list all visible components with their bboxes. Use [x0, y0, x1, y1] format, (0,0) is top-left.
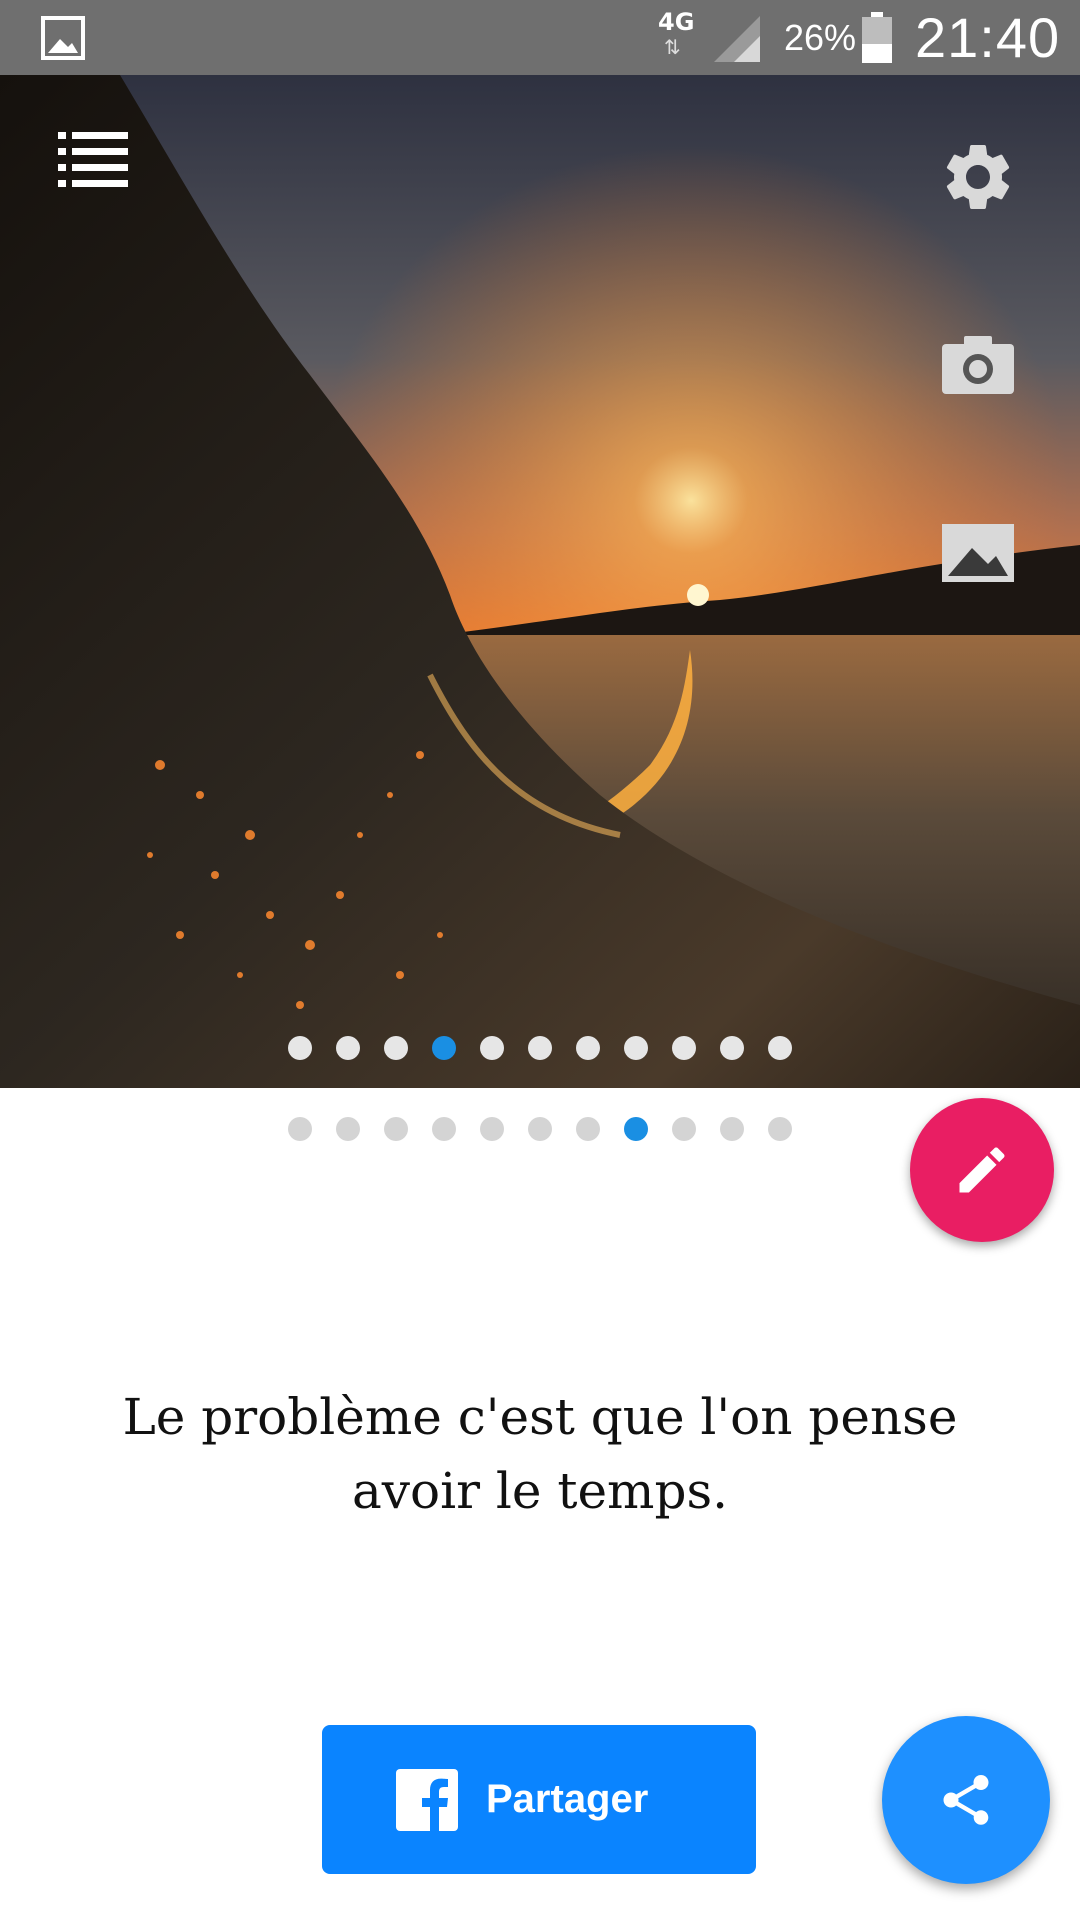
pager-dot[interactable]	[480, 1036, 504, 1060]
pager-dot[interactable]	[480, 1117, 504, 1141]
pager-dot[interactable]	[528, 1117, 552, 1141]
pager-dot[interactable]	[336, 1036, 360, 1060]
pager-dot[interactable]	[288, 1117, 312, 1141]
hero-pager	[0, 1033, 1080, 1063]
pager-dot-active[interactable]	[432, 1036, 456, 1060]
share-fab[interactable]	[882, 1716, 1050, 1884]
pager-dot[interactable]	[384, 1117, 408, 1141]
pager-dot[interactable]	[720, 1117, 744, 1141]
pager-dot[interactable]	[432, 1117, 456, 1141]
pager-dot[interactable]	[528, 1036, 552, 1060]
network-type-label: 4G	[658, 8, 695, 36]
quote-line-1: Le problème c'est que l'on pense	[122, 1388, 958, 1446]
battery-icon	[862, 12, 892, 63]
pager-dot[interactable]	[720, 1036, 744, 1060]
settings-gear-icon[interactable]	[938, 137, 1018, 217]
pager-dot[interactable]	[288, 1036, 312, 1060]
pager-dot[interactable]	[576, 1117, 600, 1141]
quote-text: Le problème c'est que l'on pense avoir l…	[80, 1380, 1000, 1528]
quote-line-2: avoir le temps.	[351, 1462, 729, 1520]
signal-icon	[714, 16, 760, 62]
battery-percent: 26%	[784, 17, 857, 58]
data-arrows-icon: ⇅	[664, 35, 681, 59]
camera-icon[interactable]	[938, 330, 1018, 400]
pager-dot[interactable]	[576, 1036, 600, 1060]
pager-dot[interactable]	[672, 1117, 696, 1141]
share-icon	[943, 1775, 989, 1825]
pager-dot[interactable]	[624, 1036, 648, 1060]
edit-button[interactable]	[910, 1098, 1054, 1242]
clock: 21:40	[915, 6, 1061, 69]
pager-dot[interactable]	[768, 1036, 792, 1060]
gallery-notification-icon	[41, 16, 85, 60]
pager-dot-active[interactable]	[624, 1117, 648, 1141]
pager-dot[interactable]	[384, 1036, 408, 1060]
network-type: 4G ⇅	[656, 8, 700, 68]
pager-dot[interactable]	[672, 1036, 696, 1060]
image-icon[interactable]	[938, 518, 1018, 588]
facebook-share-button[interactable]: Partager	[322, 1725, 756, 1874]
status-bar: 4G ⇅ 26% 21:40	[0, 0, 1080, 75]
pencil-icon	[959, 1147, 1005, 1193]
menu-list-icon[interactable]	[58, 128, 130, 188]
facebook-icon	[396, 1769, 458, 1831]
sunset-wave-photo	[0, 75, 1080, 1088]
hero-photo[interactable]	[0, 75, 1080, 1088]
share-button-label: Partager	[486, 1777, 649, 1821]
pager-dot[interactable]	[768, 1117, 792, 1141]
pager-dot[interactable]	[336, 1117, 360, 1141]
